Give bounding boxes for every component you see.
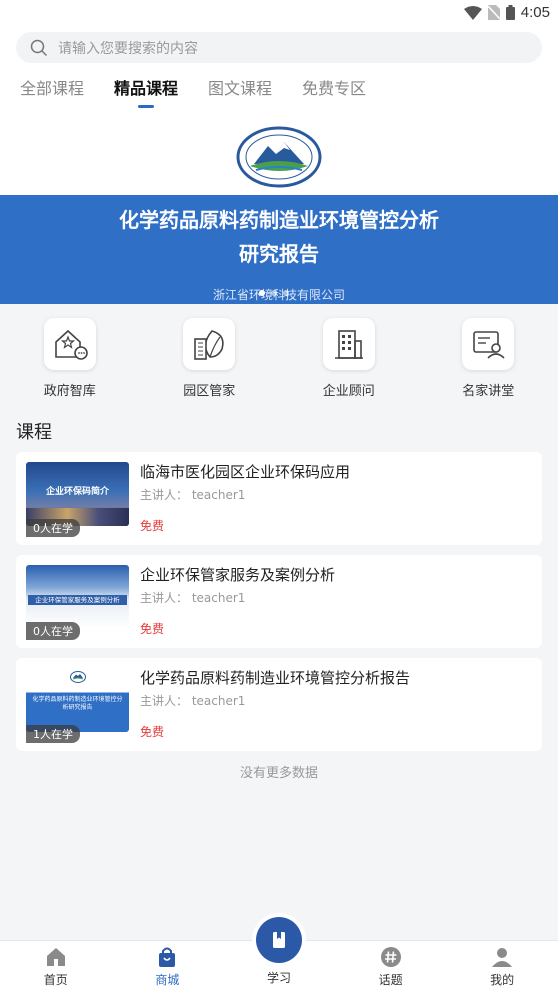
- course-card[interactable]: 化学药品原料药制造业环境管控分析研究报告 1人在学 化学药品原料药制造业环境管控…: [16, 658, 542, 751]
- carousel-dot: [259, 290, 265, 296]
- tab-mine[interactable]: 我的: [446, 941, 558, 992]
- tab-free-zone[interactable]: 免费专区: [302, 78, 366, 110]
- status-bar: 4:05: [0, 0, 558, 28]
- quicknav-label: 名家讲堂: [462, 384, 515, 399]
- search-input[interactable]: 请输入您要搜索的内容: [16, 32, 542, 63]
- user-icon: [492, 948, 513, 967]
- learners-badge: 1人在学: [26, 725, 80, 743]
- tab-all-courses[interactable]: 全部课程: [20, 78, 84, 110]
- tab-home[interactable]: 首页: [0, 941, 112, 992]
- lecture-person-icon: [473, 331, 505, 359]
- tab-topic[interactable]: 话题: [335, 941, 447, 992]
- gov-house-star-icon: [54, 329, 88, 360]
- quick-nav: 政府智库 园区管家 企业顾问 名家讲堂: [0, 304, 558, 406]
- course-teacher: 主讲人： teacher1: [140, 591, 246, 605]
- course-title: 企业环保管家服务及案例分析: [140, 566, 336, 584]
- tab-label: 首页: [43, 973, 68, 987]
- quicknav-enterprise-advisor[interactable]: 企业顾问: [279, 304, 419, 406]
- category-tabs: 全部课程 精品课程 图文课程 免费专区: [20, 78, 366, 112]
- carousel-indicator: [259, 290, 289, 296]
- course-card[interactable]: 企业环保管家服务及案例分析 0人在学 企业环保管家服务及案例分析 主讲人： te…: [16, 555, 542, 648]
- banner-title-line1: 化学药品原料药制造业环境管控分析: [119, 208, 439, 232]
- search-placeholder: 请输入您要搜索的内容: [58, 40, 198, 57]
- section-title: 课程: [16, 422, 52, 443]
- company-logo: [70, 671, 86, 683]
- tab-label: 学习: [266, 971, 291, 985]
- thumbnail-text: 企业环保码简介: [45, 487, 109, 497]
- list-end-text: 没有更多数据: [239, 766, 318, 781]
- learners-badge: 0人在学: [26, 622, 80, 640]
- course-title: 化学药品原料药制造业环境管控分析报告: [140, 669, 411, 687]
- quicknav-expert-lecture[interactable]: 名家讲堂: [419, 304, 558, 406]
- hashtag-icon: [380, 947, 401, 967]
- tab-study[interactable]: 学习: [223, 917, 335, 992]
- shopping-bag-icon: [159, 947, 176, 967]
- tab-label: 商城: [155, 973, 180, 987]
- tab-label: 我的: [490, 973, 515, 987]
- course-price: 免费: [140, 622, 165, 636]
- tab-graphic-courses[interactable]: 图文课程: [208, 78, 272, 110]
- learners-badge: 0人在学: [26, 519, 80, 537]
- battery-icon: [505, 5, 515, 20]
- carousel-dot: [271, 290, 277, 296]
- course-teacher: 主讲人： teacher1: [140, 694, 246, 708]
- thumbnail-text: 化学药品原料药制造业环境管控分析研究报告: [32, 696, 123, 711]
- course-teacher: 主讲人： teacher1: [140, 488, 246, 502]
- building-leaf-icon: [194, 330, 224, 360]
- carousel-dot: [283, 290, 289, 296]
- course-price: 免费: [140, 519, 165, 533]
- no-sim-icon: [487, 5, 500, 20]
- bottom-tab-bar: 首页 商城 学习 话题 我的: [0, 917, 558, 992]
- book-icon: [272, 932, 285, 948]
- quicknav-gov-thinktank[interactable]: 政府智库: [0, 304, 140, 406]
- home-icon: [46, 948, 65, 966]
- search-icon: [30, 39, 48, 56]
- quicknav-label: 园区管家: [183, 384, 236, 399]
- wifi-icon: [463, 5, 482, 20]
- quicknav-label: 政府智库: [43, 384, 96, 399]
- course-thumbnail: 企业环保码简介: [26, 462, 129, 526]
- course-price: 免费: [140, 725, 165, 739]
- tab-label: 话题: [378, 973, 403, 987]
- course-thumbnail: 企业环保管家服务及案例分析: [26, 565, 129, 629]
- company-logo: [236, 126, 322, 188]
- course-card[interactable]: 企业环保码简介 0人在学 临海市医化园区企业环保码应用 主讲人： teacher…: [16, 452, 542, 545]
- course-title: 临海市医化园区企业环保码应用: [140, 463, 351, 481]
- quicknav-park-steward[interactable]: 园区管家: [140, 304, 280, 406]
- banner-carousel[interactable]: 化学药品原料药制造业环境管控分析 研究报告 浙江省环境科技有限公司: [0, 118, 558, 304]
- course-thumbnail: 化学药品原料药制造业环境管控分析研究报告: [26, 668, 129, 732]
- tab-mall[interactable]: 商城: [112, 941, 224, 992]
- banner-title-line2: 研究报告: [239, 242, 319, 266]
- thumbnail-text: 企业环保管家服务及案例分析: [28, 595, 127, 605]
- tab-premium-courses[interactable]: 精品课程: [114, 78, 178, 110]
- quicknav-label: 企业顾问: [322, 384, 375, 399]
- status-time: 4:05: [520, 4, 550, 21]
- office-building-icon: [334, 330, 363, 359]
